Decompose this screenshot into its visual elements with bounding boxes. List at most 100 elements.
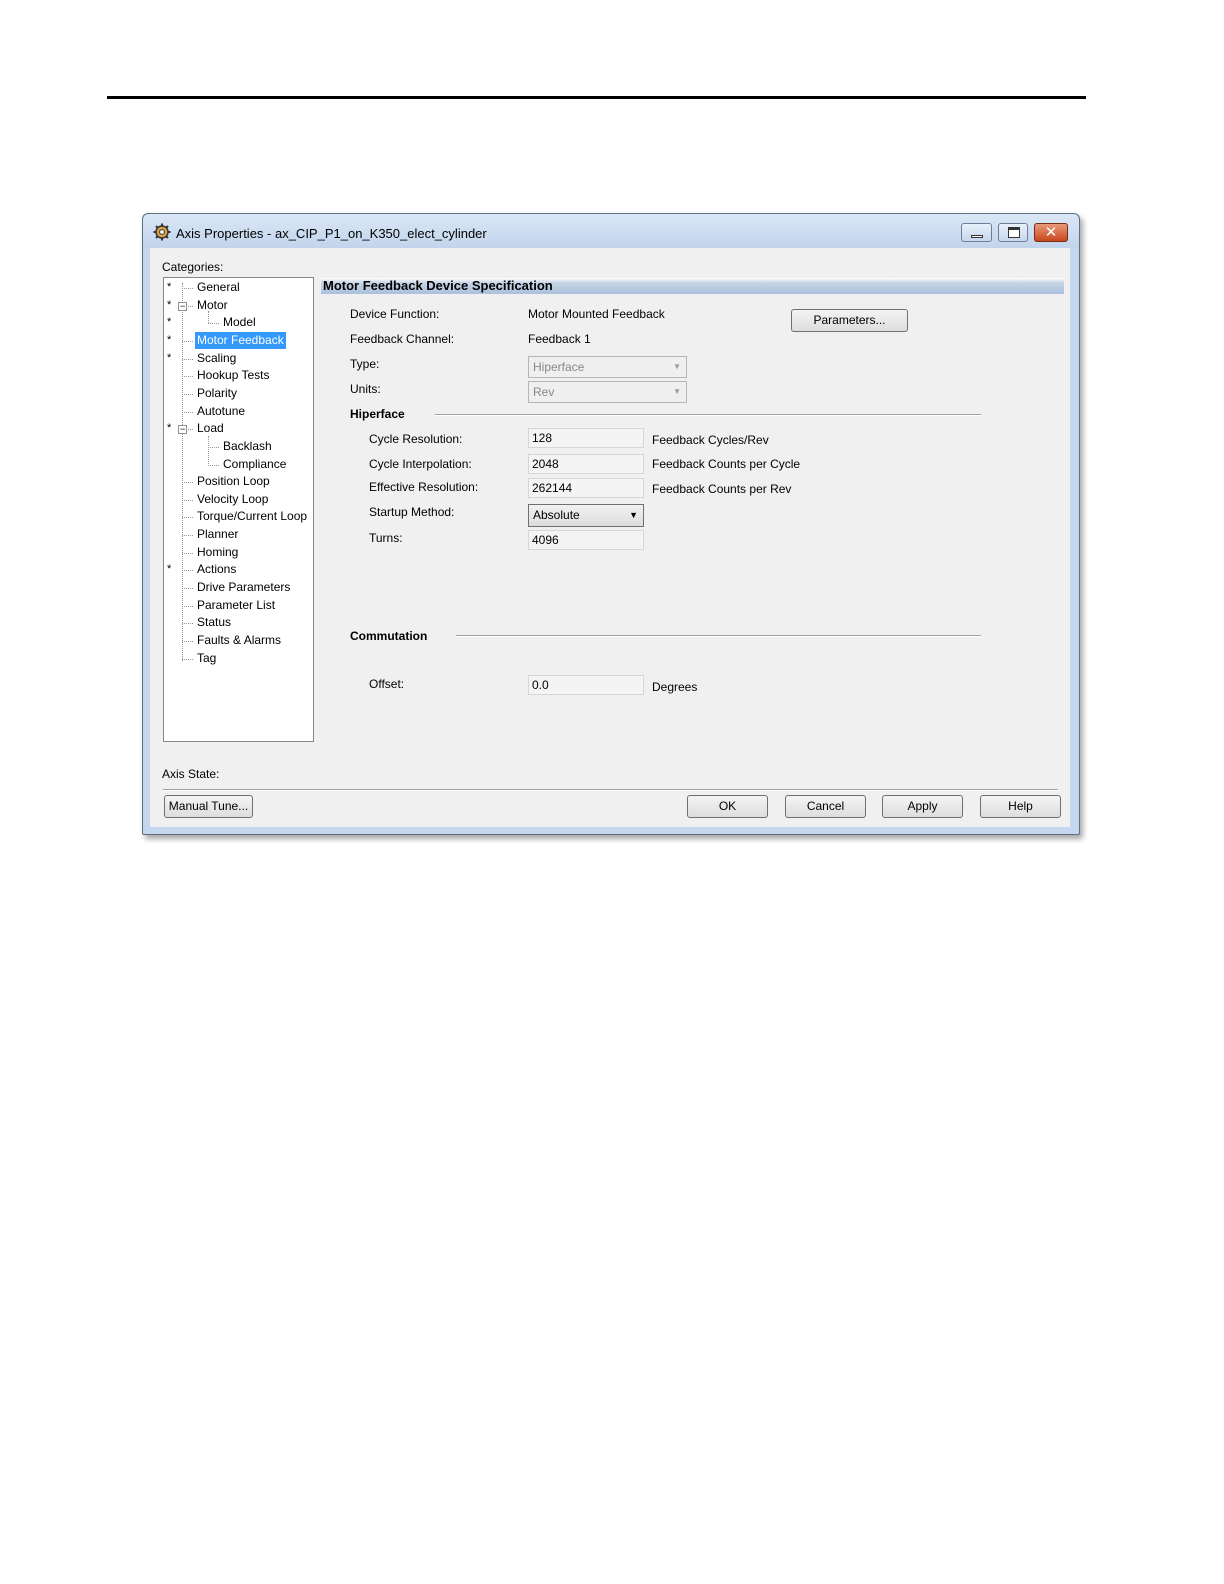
title-bar[interactable]: Axis Properties - ax_CIP_P1_on_K350_elec… [143,214,1079,248]
tree-item-label: Compliance [223,456,287,471]
effective-resolution-unit: Feedback Counts per Rev [652,482,792,496]
cycle-interpolation-unit: Feedback Counts per Cycle [652,457,801,471]
device-function-label: Device Function: [350,307,440,321]
type-select[interactable]: Hiperface ▼ [528,356,687,378]
tree-connector [182,393,193,395]
modified-star-icon: * [167,281,172,293]
tree-item-autotune[interactable]: Autotune [164,403,312,420]
tree-item-label: Tag [197,650,217,665]
tree-item-planner[interactable]: Planner [164,526,312,543]
tree-item-motor-feedback[interactable]: * Motor Feedback [164,331,312,349]
close-button[interactable]: ✕ [1034,223,1068,242]
tree-item-scaling[interactable]: * Scaling [164,350,312,367]
tree-item-position-loop[interactable]: Position Loop [164,473,312,490]
tree-item-label: Planner [197,527,239,542]
tree-item-load[interactable]: * Load [164,420,312,437]
tree-item-torque-current-loop[interactable]: Torque/Current Loop [164,508,312,525]
tree-item-label: Status [197,615,232,630]
tree-item-label: Scaling [197,350,237,365]
tree-connector [182,552,193,554]
effective-resolution-label: Effective Resolution: [369,480,479,494]
turns-field[interactable]: 4096 [528,530,644,550]
tree-item-label: Polarity [197,385,238,400]
hiperface-group-divider [435,414,981,416]
modified-star-icon: * [167,422,172,435]
startup-method-value: Absolute [533,508,580,522]
tree-item-label: Motor [197,297,228,312]
cancel-button[interactable]: Cancel [785,795,866,818]
tree-connector [182,340,193,342]
tree-item-motor[interactable]: * Motor [164,297,312,314]
tree-item-label: Backlash [223,438,272,453]
modified-star-icon: * [167,298,172,311]
tree-item-compliance[interactable]: Compliance [164,456,312,473]
feedback-channel-value: Feedback 1 [528,332,591,346]
tree-item-model[interactable]: * Model [164,314,312,331]
tree-item-faults-alarms[interactable]: Faults & Alarms [164,632,312,649]
parameters-button[interactable]: Parameters... [791,309,908,332]
categories-label: Categories: [162,260,224,274]
footer-divider [163,789,1058,791]
tree-item-parameter-list[interactable]: Parameter List [164,597,312,614]
categories-tree[interactable]: − − * General * Motor * Model * Motor Feedback *… [163,277,314,742]
manual-tune-button[interactable]: Manual Tune... [164,795,253,818]
tree-connector [182,305,193,307]
hiperface-group-title: Hiperface [350,407,405,421]
tree-item-label: Velocity Loop [197,491,269,506]
tree-connector [182,605,193,607]
tree-item-actions[interactable]: * Actions [164,561,312,578]
tree-item-label: Parameter List [197,597,276,612]
window-title: Axis Properties - ax_CIP_P1_on_K350_elec… [176,226,487,241]
close-icon: ✕ [1044,223,1058,241]
tree-connector [182,429,193,431]
tree-item-drive-parameters[interactable]: Drive Parameters [164,579,312,596]
commutation-group-title: Commutation [350,629,428,643]
axis-properties-dialog: Axis Properties - ax_CIP_P1_on_K350_elec… [142,213,1080,835]
tree-item-status[interactable]: Status [164,614,312,631]
cycle-resolution-label: Cycle Resolution: [369,432,463,446]
axis-state-label: Axis State: [162,767,220,781]
units-select[interactable]: Rev ▼ [528,381,687,403]
units-select-value: Rev [533,385,555,399]
tree-item-polarity[interactable]: Polarity [164,385,312,402]
tree-connector [182,358,193,360]
feedback-channel-label: Feedback Channel: [350,332,455,346]
modified-star-icon: * [167,563,172,576]
type-label: Type: [350,357,380,371]
tree-item-label: Model [223,315,256,330]
offset-label: Offset: [369,677,405,691]
tree-item-general[interactable]: * General [164,279,312,296]
ok-button[interactable]: OK [687,795,768,818]
offset-unit: Degrees [652,680,698,694]
tree-connector [182,517,193,519]
tree-connector [182,570,193,572]
help-button[interactable]: Help [980,795,1061,818]
tree-connector [208,446,219,448]
tree-connector [208,323,219,325]
tree-item-tag[interactable]: Tag [164,650,312,667]
turns-label: Turns: [369,531,403,545]
chevron-down-icon: ▼ [673,387,681,396]
modified-star-icon: * [167,333,172,346]
minimize-button[interactable] [961,223,992,242]
tree-connector [182,623,193,625]
tree-connector [182,499,193,501]
cycle-resolution-field[interactable]: 128 [528,428,644,448]
tree-item-homing[interactable]: Homing [164,544,312,561]
type-select-value: Hiperface [533,360,585,374]
chevron-down-icon: ▼ [673,362,681,371]
cycle-interpolation-field[interactable]: 2048 [528,454,644,474]
effective-resolution-field[interactable]: 262144 [528,478,644,498]
apply-button[interactable]: Apply [882,795,963,818]
tree-item-velocity-loop[interactable]: Velocity Loop [164,491,312,508]
tree-item-hookup-tests[interactable]: Hookup Tests [164,367,312,384]
offset-field[interactable]: 0.0 [528,675,644,695]
tree-item-backlash[interactable]: Backlash [164,438,312,455]
startup-method-select[interactable]: Absolute ▼ [528,504,644,527]
maximize-icon [1008,227,1020,238]
modified-star-icon: * [167,351,172,364]
maximize-button[interactable] [998,223,1028,242]
dialog-client-area: Categories: − − * General * Motor * Model * Mot… [150,248,1070,827]
section-header: Motor Feedback Device Specification [321,278,1064,294]
minimize-icon [971,235,983,238]
